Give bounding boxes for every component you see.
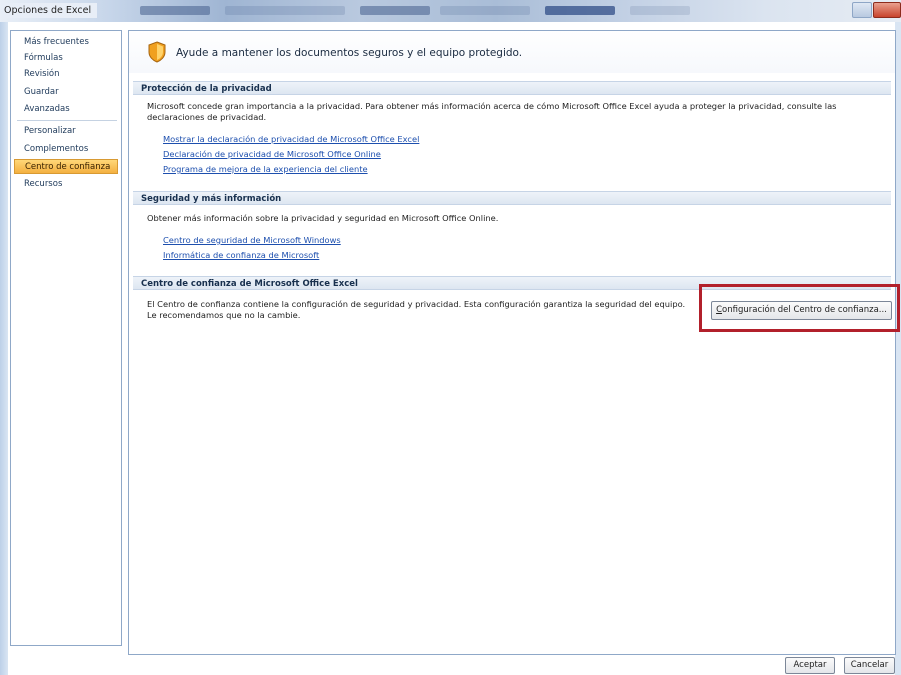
sidebar-item-mas-frecuentes[interactable]: Más frecuentes xyxy=(14,35,118,50)
window-titlebar: Opciones de Excel xyxy=(0,0,901,22)
sidebar-item-revision[interactable]: Revisión xyxy=(14,67,118,82)
link-privacy-statement-online[interactable]: Declaración de privacidad de Microsoft O… xyxy=(163,149,381,159)
window-title: Opciones de Excel xyxy=(2,3,98,18)
shield-icon xyxy=(148,41,166,63)
security-text: Obtener más información sobre la privaci… xyxy=(147,213,499,223)
trust-center-text-line2: Le recomendamos que no la cambie. xyxy=(147,310,301,320)
titlebar-blur-1 xyxy=(140,6,210,15)
close-button[interactable] xyxy=(873,2,901,18)
trust-center-text-line1: El Centro de confianza contiene la confi… xyxy=(147,299,686,309)
content-header: Ayude a mantener los documentos seguros … xyxy=(129,31,895,73)
content-panel: Ayude a mantener los documentos seguros … xyxy=(128,30,900,655)
sidebar-item-complementos[interactable]: Complementos xyxy=(14,142,118,157)
titlebar-blur-6 xyxy=(630,6,690,15)
privacy-section-title: Protección de la privacidad xyxy=(133,81,891,95)
link-trustworthy-computing[interactable]: Informática de confianza de Microsoft xyxy=(163,250,319,260)
header-text: Ayude a mantener los documentos seguros … xyxy=(176,47,523,59)
window-frame-left xyxy=(0,22,8,675)
titlebar-blur-3 xyxy=(360,6,430,15)
titlebar-blur-5 xyxy=(545,6,615,15)
privacy-text-line1: Microsoft concede gran importancia a la … xyxy=(147,101,837,111)
privacy-text-line2: declaraciones de privacidad. xyxy=(147,112,267,122)
titlebar-blur-2 xyxy=(225,6,345,15)
link-customer-experience-program[interactable]: Programa de mejora de la experiencia del… xyxy=(163,164,368,174)
sidebar-item-personalizar[interactable]: Personalizar xyxy=(14,124,118,139)
sidebar-item-recursos[interactable]: Recursos xyxy=(14,177,118,192)
help-button[interactable] xyxy=(852,2,872,18)
sidebar-item-guardar[interactable]: Guardar xyxy=(14,85,118,100)
trust-center-settings-label: onfiguración del Centro de confianza... xyxy=(722,305,887,315)
link-windows-security-center[interactable]: Centro de seguridad de Microsoft Windows xyxy=(163,235,341,245)
security-section-title: Seguridad y más información xyxy=(133,191,891,205)
sidebar-item-avanzadas[interactable]: Avanzadas xyxy=(14,102,118,117)
sidebar-separator xyxy=(17,120,117,121)
sidebar-item-centro-de-confianza[interactable]: Centro de confianza xyxy=(14,159,118,174)
cancel-button[interactable]: Cancelar xyxy=(844,657,895,674)
link-privacy-statement-excel[interactable]: Mostrar la declaración de privacidad de … xyxy=(163,134,419,144)
sidebar-item-formulas[interactable]: Fórmulas xyxy=(14,51,118,66)
ok-button[interactable]: Aceptar xyxy=(785,657,835,674)
titlebar-blur-4 xyxy=(440,6,530,15)
sidebar: Más frecuentes Fórmulas Revisión Guardar… xyxy=(10,30,122,646)
trust-center-settings-button[interactable]: Configuración del Centro de confianza... xyxy=(711,301,892,320)
